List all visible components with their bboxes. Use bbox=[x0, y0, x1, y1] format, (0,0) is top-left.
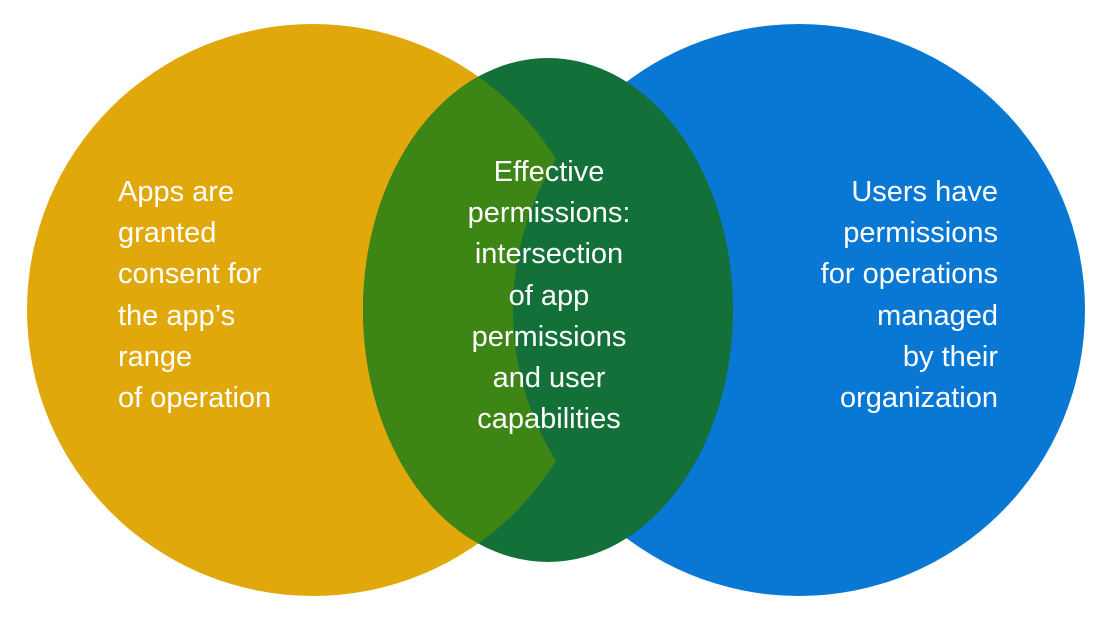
venn-diagram-shapes bbox=[27, 24, 1085, 596]
venn-diagram: Apps are granted consent for the app’s r… bbox=[0, 0, 1112, 620]
